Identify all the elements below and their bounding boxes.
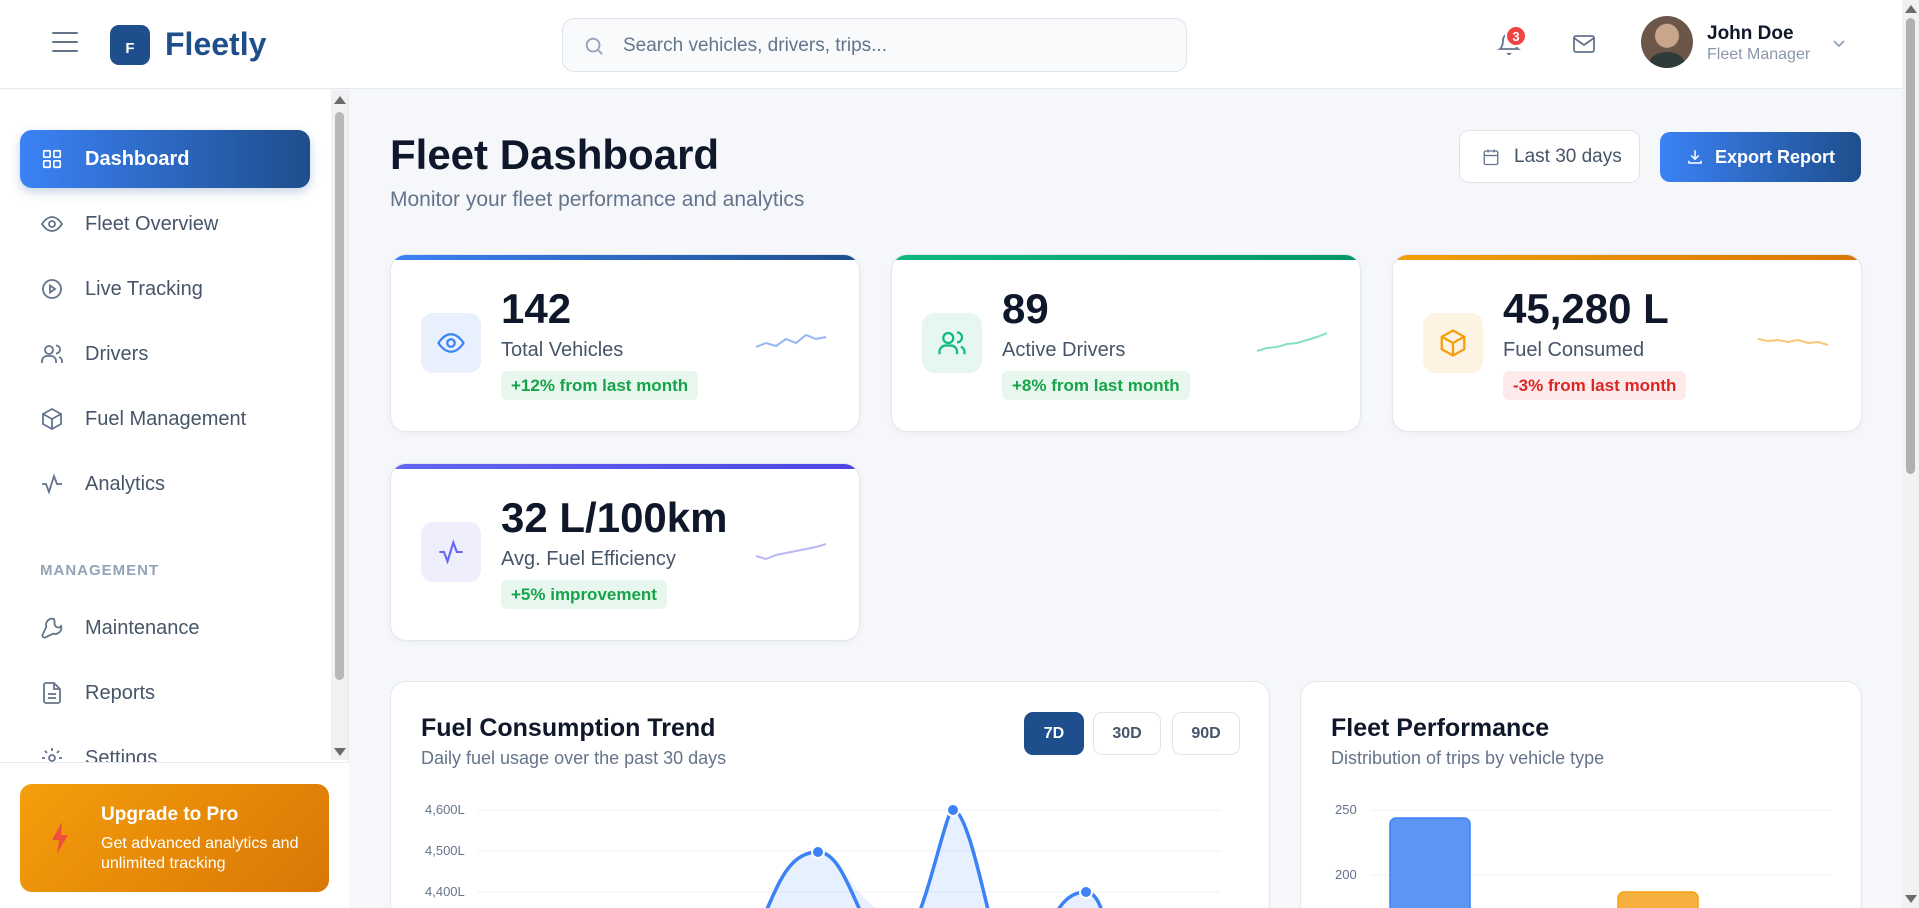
stat-value: 142 bbox=[501, 285, 572, 332]
fuel-consumption-panel: Fuel Consumption Trend Daily fuel usage … bbox=[390, 681, 1270, 908]
stat-label: Total Vehicles bbox=[501, 339, 624, 361]
sidebar-item-drivers[interactable]: Drivers bbox=[20, 325, 310, 383]
page-scroll-thumb[interactable] bbox=[1906, 18, 1915, 474]
scroll-down-arrow[interactable] bbox=[334, 748, 346, 756]
sidebar-item-analytics[interactable]: Analytics bbox=[20, 455, 310, 513]
logo-icon: F bbox=[110, 25, 150, 65]
top-bar: F Fleetly 3 John Doe Fleet Manager bbox=[0, 0, 1902, 89]
page-scrollbar[interactable] bbox=[1902, 0, 1919, 908]
page-subtitle: Monitor your fleet performance and analy… bbox=[390, 188, 805, 211]
data-point[interactable] bbox=[811, 845, 825, 859]
wrench-icon bbox=[40, 616, 64, 640]
fleet-performance-chart bbox=[1371, 809, 1831, 908]
user-name: John Doe bbox=[1707, 23, 1794, 44]
upgrade-title: Upgrade to Pro bbox=[101, 804, 239, 825]
notification-badge: 3 bbox=[1505, 25, 1527, 47]
sidebar-section-label: MANAGEMENT bbox=[40, 562, 160, 579]
fleet-performance-panel: Fleet Performance Distribution of trips … bbox=[1300, 681, 1862, 908]
stat-card-avg-fuel-efficiency: 32 L/100km Avg. Fuel Efficiency +5% impr… bbox=[390, 463, 860, 641]
export-report-label: Export Report bbox=[1714, 146, 1835, 167]
activity-icon bbox=[40, 472, 64, 496]
search-bar[interactable] bbox=[562, 18, 1187, 72]
sidebar-item-label: Live Tracking bbox=[85, 277, 203, 300]
scroll-down-arrow[interactable] bbox=[1905, 895, 1917, 903]
activity-icon bbox=[421, 522, 481, 582]
upgrade-card[interactable]: Upgrade to Pro Get advanced analytics an… bbox=[20, 784, 329, 892]
mail-icon[interactable] bbox=[1572, 33, 1596, 55]
fuel-trend-chart bbox=[477, 803, 1221, 908]
sidebar-item-label: Dashboard bbox=[85, 147, 190, 170]
stat-change-badge: +12% from last month bbox=[501, 371, 699, 400]
box-icon bbox=[40, 407, 64, 431]
stat-label: Avg. Fuel Efficiency bbox=[501, 548, 676, 570]
sparkline bbox=[755, 543, 827, 561]
stat-change-badge: +5% improvement bbox=[501, 580, 667, 609]
calendar-icon bbox=[1483, 149, 1499, 165]
sidebar: Dashboard Fleet Overview Live Tracking D… bbox=[0, 90, 349, 908]
sidebar-item-label: Drivers bbox=[85, 342, 149, 365]
stat-change-badge: -3% from last month bbox=[1503, 371, 1687, 400]
grid-icon bbox=[40, 147, 64, 171]
eye-icon bbox=[40, 212, 64, 236]
bar[interactable] bbox=[1389, 817, 1471, 908]
avatar[interactable] bbox=[1641, 16, 1693, 68]
stat-value: 32 L/100km bbox=[501, 494, 728, 541]
menu-toggle-button[interactable] bbox=[52, 32, 78, 54]
user-role: Fleet Manager bbox=[1707, 46, 1811, 63]
scroll-up-arrow[interactable] bbox=[1905, 5, 1917, 13]
sidebar-item-label: Analytics bbox=[85, 472, 166, 495]
sidebar-item-label: Fleet Overview bbox=[85, 212, 219, 235]
bar[interactable] bbox=[1617, 891, 1699, 908]
stat-change-badge: +8% from last month bbox=[1002, 371, 1190, 400]
upgrade-subtitle: Get advanced analytics and unlimited tra… bbox=[101, 835, 299, 872]
sidebar-item-label: Maintenance bbox=[85, 616, 200, 639]
export-report-button[interactable]: Export Report bbox=[1660, 132, 1861, 182]
sidebar-item-reports[interactable]: Reports bbox=[20, 664, 310, 722]
data-point[interactable] bbox=[946, 803, 960, 817]
sidebar-item-live-tracking[interactable]: Live Tracking bbox=[20, 260, 310, 318]
sparkline bbox=[1757, 338, 1829, 346]
box-icon bbox=[1423, 313, 1483, 373]
stat-value: 45,280 L bbox=[1503, 285, 1669, 332]
stat-card-fuel-consumed: 45,280 L Fuel Consumed -3% from last mon… bbox=[1392, 254, 1862, 432]
stat-label: Active Drivers bbox=[1002, 339, 1126, 361]
sidebar-item-maintenance[interactable]: Maintenance bbox=[20, 599, 310, 657]
sidebar-item-label: Fuel Management bbox=[85, 407, 247, 430]
sidebar-item-fleet-overview[interactable]: Fleet Overview bbox=[20, 195, 310, 253]
play-circle-icon bbox=[40, 277, 64, 301]
search-input[interactable] bbox=[623, 31, 1163, 61]
users-icon bbox=[40, 342, 64, 366]
data-point[interactable] bbox=[1079, 885, 1093, 899]
sidebar-item-dashboard[interactable]: Dashboard bbox=[20, 130, 310, 188]
search-icon bbox=[585, 37, 603, 55]
stat-card-active-drivers: 89 Active Drivers +8% from last month bbox=[891, 254, 1361, 432]
sidebar-item-label: Reports bbox=[85, 681, 156, 704]
stat-label: Fuel Consumed bbox=[1503, 339, 1645, 361]
lightning-icon bbox=[52, 822, 68, 854]
file-icon bbox=[40, 681, 64, 705]
chevron-down-icon[interactable] bbox=[1832, 38, 1846, 48]
scroll-up-arrow[interactable] bbox=[334, 96, 346, 104]
sparkline bbox=[755, 333, 827, 348]
download-icon bbox=[1688, 150, 1702, 164]
users-icon bbox=[922, 313, 982, 373]
page-title: Fleet Dashboard bbox=[390, 131, 720, 178]
sparkline bbox=[1256, 332, 1328, 352]
sidebar-item-fuel-management[interactable]: Fuel Management bbox=[20, 390, 310, 448]
sidebar-scroll-thumb[interactable] bbox=[335, 112, 344, 680]
date-range-button[interactable]: Last 30 days bbox=[1459, 130, 1640, 183]
stat-card-total-vehicles: 142 Total Vehicles +12% from last month bbox=[390, 254, 860, 432]
eye-icon bbox=[421, 313, 481, 373]
date-range-label: Last 30 days bbox=[1514, 145, 1622, 167]
app-name: Fleetly bbox=[165, 26, 267, 62]
stat-value: 89 bbox=[1002, 285, 1049, 332]
sidebar-scrollbar[interactable] bbox=[331, 90, 348, 760]
